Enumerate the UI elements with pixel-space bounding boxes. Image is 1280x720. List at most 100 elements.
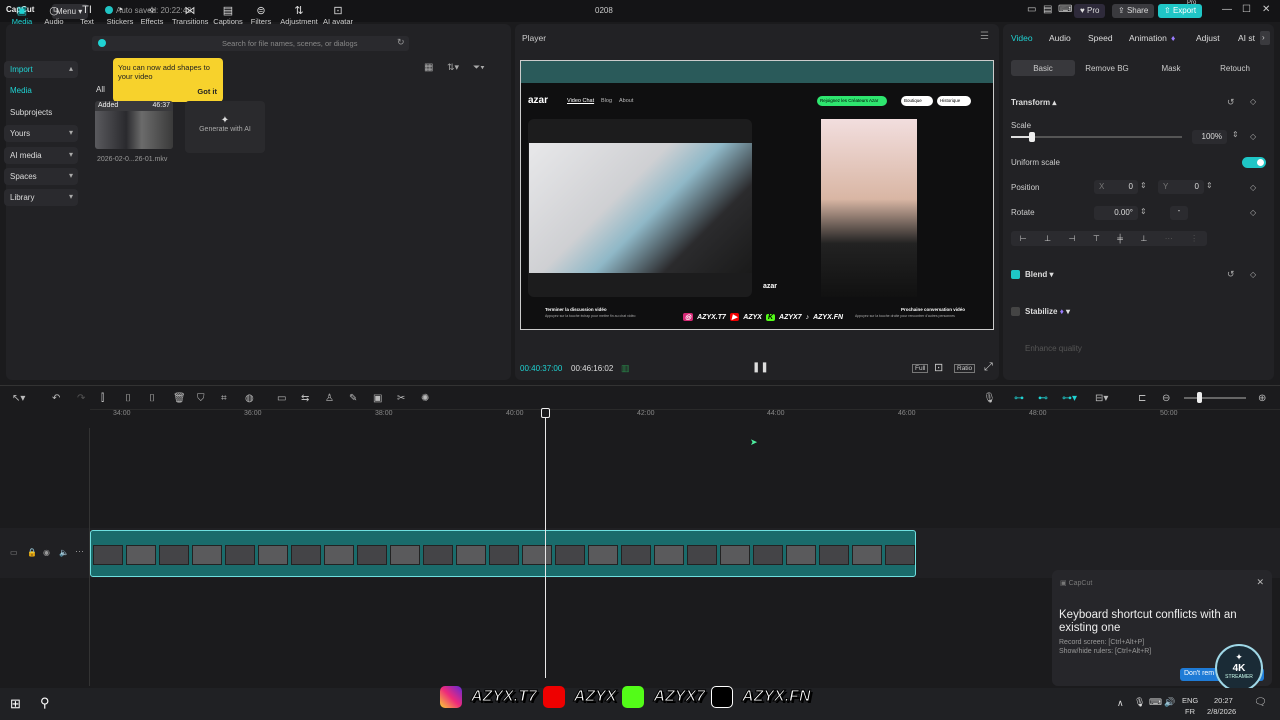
sidebar-item-library[interactable]: Library ▾: [4, 189, 78, 206]
mute-icon[interactable]: 🔈: [59, 548, 69, 557]
sidebar-item-media[interactable]: Media: [4, 82, 78, 99]
sidebar-item-yours[interactable]: Yours ▾: [4, 125, 78, 142]
stepper-icon[interactable]: ⇕: [1140, 207, 1147, 216]
panels-icon[interactable]: ▤: [1043, 4, 1052, 15]
tool-stickers[interactable]: ◔ Stickers: [103, 4, 137, 26]
notifications-icon[interactable]: 🗨: [1254, 697, 1267, 708]
refresh-icon[interactable]: ↻: [397, 37, 405, 48]
position-y-input[interactable]: Y0: [1158, 180, 1204, 194]
keyframe-icon[interactable]: ◇: [1250, 208, 1256, 217]
split-left-icon[interactable]: ⌷: [125, 393, 131, 404]
crop-icon[interactable]: ⌗: [221, 393, 227, 404]
taskbar-search-icon[interactable]: ⚲: [40, 695, 50, 711]
blend-checkbox[interactable]: [1011, 270, 1020, 279]
keyframe-icon[interactable]: ◇: [1250, 132, 1256, 141]
pause-icon[interactable]: ❚❚: [752, 362, 769, 373]
tray-mic-icon[interactable]: 🎙: [1134, 697, 1145, 708]
mirror-icon[interactable]: ⇆: [301, 393, 309, 404]
scale-slider-knob[interactable]: [1028, 132, 1035, 142]
magnet-icon[interactable]: ⊷: [1038, 393, 1048, 404]
delete-icon[interactable]: 🗑: [173, 393, 186, 404]
freeze-icon[interactable]: ▭: [277, 393, 286, 404]
tool-captions[interactable]: ▤ Captions: [211, 4, 245, 26]
align-center-icon[interactable]: ⊥: [1044, 234, 1051, 243]
close-icon[interactable]: ✕: [1262, 4, 1270, 15]
playhead[interactable]: [545, 408, 546, 678]
align-right-icon[interactable]: ⊣: [1068, 234, 1075, 243]
tool-effects[interactable]: ✧ Effects: [135, 4, 169, 26]
clock-date[interactable]: 2/8/2026: [1207, 707, 1236, 716]
tabs-scroll-icon[interactable]: ›: [1260, 31, 1270, 45]
fullscreen-icon[interactable]: ⤢: [984, 361, 993, 374]
stabilize-checkbox[interactable]: [1011, 307, 1020, 316]
tab-adjust[interactable]: Adjust: [1196, 33, 1220, 43]
keyframe-icon[interactable]: ◇: [1250, 97, 1256, 106]
uniform-scale-toggle[interactable]: [1242, 157, 1266, 168]
filter-icon[interactable]: ⏷▾: [473, 62, 485, 73]
lang-label[interactable]: ENG: [1182, 696, 1198, 705]
remove-bg-icon[interactable]: ♙: [325, 393, 334, 404]
generate-with-ai-card[interactable]: ✦ Generate with AI: [185, 101, 265, 153]
align-middle-icon[interactable]: ╪: [1117, 234, 1123, 243]
layout-icon[interactable]: ▭: [1027, 4, 1036, 15]
lock-icon[interactable]: 🔒: [27, 548, 37, 557]
tab-audio[interactable]: Audio: [1049, 33, 1071, 43]
tool-ai-avatar[interactable]: ⊡ AI avatar: [321, 4, 355, 26]
link-icon[interactable]: ⊶: [1014, 393, 1024, 404]
tool-adjustment[interactable]: ⇅ Adjustment: [280, 4, 318, 26]
stepper-icon[interactable]: ⇕: [1140, 181, 1147, 190]
tool-text[interactable]: TI Text: [70, 4, 104, 26]
tool-audio[interactable]: ◷ Audio: [37, 4, 71, 26]
mark-icon[interactable]: ⛉: [197, 393, 205, 404]
tool-filters[interactable]: ⊜ Filters: [244, 4, 278, 26]
keyframe-icon[interactable]: ◇: [1250, 183, 1256, 192]
visibility-icon[interactable]: ◉: [43, 548, 50, 557]
subtab-retouch[interactable]: Retouch: [1203, 60, 1267, 76]
position-x-input[interactable]: X0: [1094, 180, 1138, 194]
microphone-icon[interactable]: 🎙: [983, 393, 996, 404]
lang-sub[interactable]: FR: [1185, 707, 1195, 716]
full-button[interactable]: Full: [912, 364, 929, 373]
network-icon[interactable]: ⌨: [1149, 697, 1162, 708]
close-icon[interactable]: ✕: [1256, 577, 1264, 588]
subtab-basic[interactable]: Basic: [1011, 60, 1075, 76]
ai-tool-icon[interactable]: ✺: [421, 393, 429, 404]
search-mode-icon[interactable]: [98, 39, 106, 47]
media-clip-thumbnail[interactable]: Added 46:37: [95, 101, 173, 149]
video-clip[interactable]: [90, 530, 916, 577]
reset-icon[interactable]: ↺: [1227, 97, 1235, 108]
stabilize-header[interactable]: Stabilize ♦ ▾: [1025, 307, 1070, 316]
maximize-icon[interactable]: ☐: [1242, 4, 1251, 15]
project-name[interactable]: 0208: [595, 6, 613, 15]
volume-icon[interactable]: 🔊: [1164, 697, 1175, 708]
scale-slider-track[interactable]: [1011, 136, 1182, 138]
select-tool-icon[interactable]: ↖▾: [12, 393, 25, 404]
tab-video[interactable]: Video: [1011, 33, 1033, 43]
export-button[interactable]: ⇧ Export: [1158, 4, 1203, 18]
keyframe-icon[interactable]: ◇: [1250, 270, 1256, 279]
pro-button[interactable]: ♥ Pro: [1074, 4, 1106, 18]
magic-icon[interactable]: ✎: [349, 393, 357, 404]
share-button[interactable]: ⇪ Share: [1112, 4, 1155, 18]
align-top-icon[interactable]: ⊤: [1093, 234, 1100, 243]
zoom-out-icon[interactable]: ⊖: [1162, 393, 1170, 404]
video-preview[interactable]: azar Video Chat Blog About Rejoignez les…: [520, 60, 994, 330]
clock-time[interactable]: 20:27: [1214, 696, 1233, 705]
got-it-button[interactable]: Got it: [197, 87, 217, 96]
subtab-remove-bg[interactable]: Remove BG: [1075, 60, 1139, 76]
split-right-icon[interactable]: ⌷: [149, 393, 155, 404]
stepper-icon[interactable]: ⇕: [1206, 181, 1213, 190]
edit-tool-icon[interactable]: ✂: [397, 393, 405, 404]
tool-transitions[interactable]: ⋈ Transitions: [172, 4, 208, 26]
player-menu-icon[interactable]: ☰: [980, 31, 989, 42]
minimize-icon[interactable]: —: [1222, 4, 1232, 15]
playhead-handle[interactable]: [541, 408, 550, 418]
blend-header[interactable]: Blend ▾: [1025, 270, 1053, 279]
transform-header[interactable]: Transform ▴: [1011, 98, 1056, 107]
shortcuts-icon[interactable]: ⌨: [1058, 4, 1072, 15]
zoom-slider[interactable]: [1184, 397, 1246, 399]
tab-animation[interactable]: Animation: [1129, 33, 1167, 43]
windows-start-icon[interactable]: ⊞: [10, 696, 21, 712]
preview-axis-icon[interactable]: ⊟▾: [1095, 393, 1108, 404]
sidebar-item-spaces[interactable]: Spaces ▾: [4, 168, 78, 185]
